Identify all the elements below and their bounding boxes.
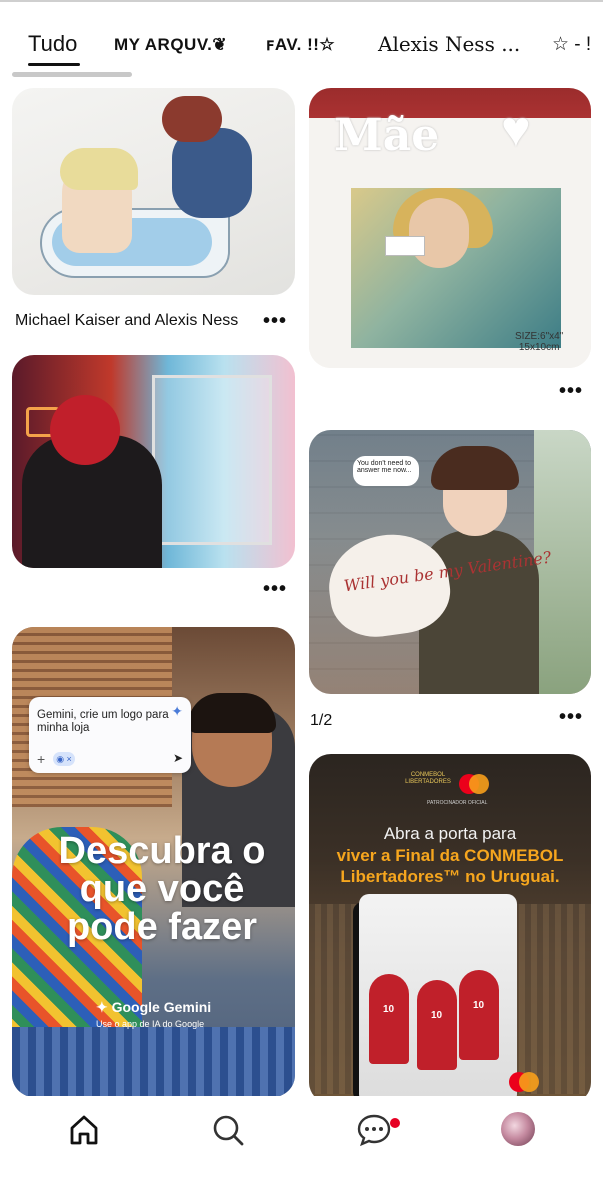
size-label-line-1: SIZE:6"x4": [515, 331, 564, 342]
sponsor-label: PATROCINADOR OFICIAL: [427, 800, 488, 806]
pin-more-button[interactable]: •••: [263, 579, 287, 599]
player-figure: 10: [369, 974, 409, 1064]
red-hair: [50, 395, 120, 465]
photo-face: [409, 198, 469, 268]
art-hair-blond: [60, 148, 138, 190]
jersey-number: 10: [473, 1000, 485, 1011]
ad-headline: Descubra o que você pode fazer: [58, 830, 266, 948]
bottom-navigation: [0, 1096, 603, 1200]
mastercard-logo: [459, 774, 489, 794]
tab-alexis-ness[interactable]: Alexis Ness ...: [378, 32, 520, 56]
claw-machine: [152, 375, 272, 545]
libertadores-logo: CONMEBOL LIBERTADORES: [405, 772, 451, 785]
speech-bubble: You don't need to answer me now...: [353, 456, 419, 486]
pin-valentine-art[interactable]: Will you be my Valentine? You don't need…: [309, 430, 591, 694]
gemini-spark-icon: ✦: [171, 703, 183, 719]
tab-my-arquv[interactable]: MY ARQUV.❦: [114, 35, 227, 55]
prompt-text: Gemini, crie um logo para minha loja: [37, 709, 169, 734]
tabs-scroll-indicator: [12, 72, 132, 77]
gemini-brand-tagline: Use o app de IA do Google: [96, 1019, 205, 1029]
man-hair: [188, 693, 276, 733]
player-figure: 10: [459, 970, 499, 1060]
size-label-line-2: 15x10cm: [518, 342, 560, 353]
pin-mae-frame[interactable]: Mãe ♥ SIZE:6"x4" 15x10cm: [309, 88, 591, 368]
image-chip: ◉ ×: [53, 752, 75, 766]
pin-more-button[interactable]: •••: [559, 707, 583, 727]
ad-line-3: Libertadores™ no Uruguai.: [340, 867, 560, 886]
profile-tab[interactable]: [499, 1110, 539, 1150]
tab-tudo[interactable]: Tudo: [28, 31, 77, 57]
search-icon[interactable]: [208, 1110, 248, 1150]
active-tab-underline: [28, 63, 80, 66]
pin-mastercard-libertadores-ad[interactable]: CONMEBOL LIBERTADORES PATROCINADOR OFICI…: [309, 754, 591, 1096]
pin-arcade-photo[interactable]: [12, 355, 295, 568]
ad-line-1: Abra a porta para: [383, 824, 517, 843]
avatar: [501, 1112, 535, 1146]
pin-gemini-ad[interactable]: Gemini, crie um logo para minha loja ✦ +…: [12, 627, 295, 1096]
art-boy-hair: [431, 446, 519, 490]
plus-icon: +: [37, 751, 46, 767]
frame-heart-icon: ♥: [501, 101, 531, 157]
pin-title[interactable]: Michael Kaiser and Alexis Ness: [15, 312, 238, 330]
checkered-table: [12, 1027, 295, 1096]
pin-feed[interactable]: Michael Kaiser and Alexis Ness ••• Mãe ♥…: [0, 84, 603, 1096]
frame-word: Mãe: [334, 110, 440, 161]
messages-icon[interactable]: [354, 1110, 394, 1150]
mastercard-card-logo: [509, 1072, 539, 1092]
home-icon[interactable]: [64, 1110, 104, 1150]
price-tag: [385, 236, 425, 256]
board-tabs: Tudo MY ARQUV.❦ ꜰAV. !!☆ Alexis Ness ...…: [0, 22, 603, 74]
ad-line-2: viver a Final da CONMEBOL: [336, 846, 564, 865]
art-hair-red: [162, 96, 222, 142]
gemini-prompt-card: Gemini, crie um logo para minha loja ✦ +…: [29, 697, 191, 773]
top-divider: [0, 0, 603, 2]
size-label: SIZE:6"x4" 15x10cm: [515, 331, 563, 353]
send-icon: ➤: [172, 751, 183, 765]
jersey-number: 10: [383, 1004, 395, 1015]
gemini-brand: ✦ Google Gemini: [96, 999, 212, 1015]
tab-fav[interactable]: ꜰAV. !!☆: [266, 35, 335, 55]
jersey-number: 10: [431, 1010, 443, 1021]
pin-more-button[interactable]: •••: [559, 381, 583, 401]
pin-kaiser-ness-art[interactable]: [12, 88, 295, 295]
pin-more-button[interactable]: •••: [263, 311, 287, 331]
tab-star[interactable]: ☆ - !: [552, 33, 591, 56]
notification-dot: [390, 1118, 400, 1128]
pin-subtitle: 1/2: [310, 712, 333, 729]
player-figure: 10: [417, 980, 457, 1070]
